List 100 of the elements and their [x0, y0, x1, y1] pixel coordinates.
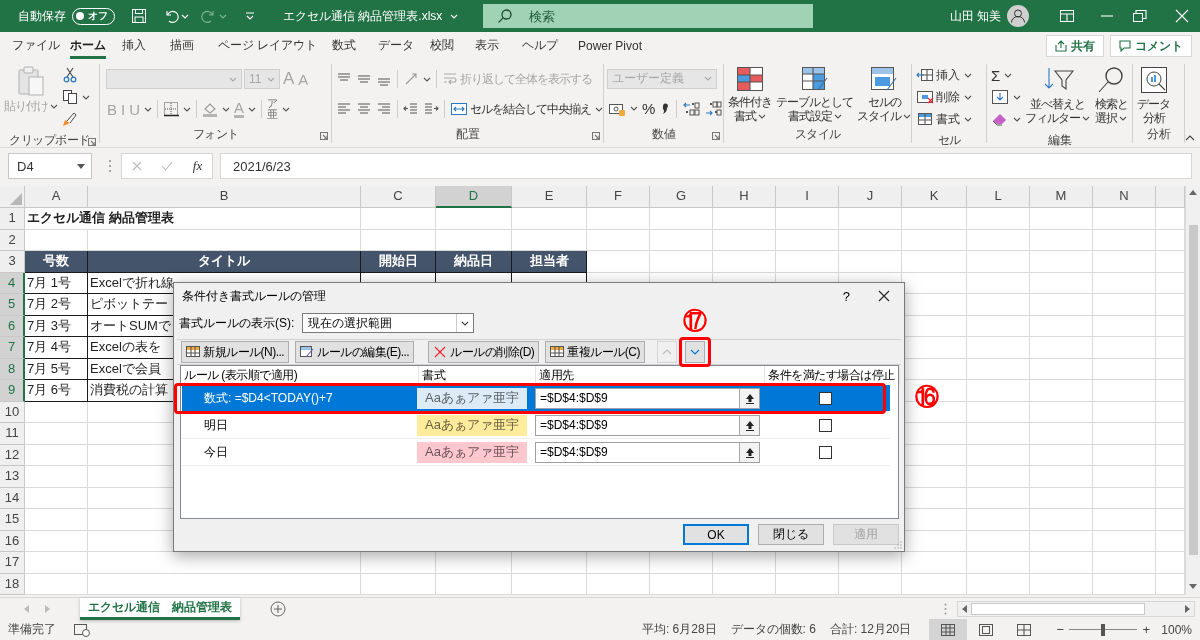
undo-icon[interactable] — [163, 8, 179, 24]
zoom-out-button[interactable]: − — [1055, 622, 1066, 637]
close-icon[interactable] — [878, 290, 890, 302]
add-sheet-icon[interactable] — [270, 600, 286, 617]
caret-icon[interactable] — [595, 106, 603, 112]
share-button[interactable]: 共有 — [1046, 35, 1104, 57]
view-icon[interactable] — [1017, 623, 1032, 636]
caret-icon[interactable] — [77, 163, 85, 169]
help-button[interactable]: ? — [842, 288, 850, 304]
format-cells-button[interactable]: 書式 — [915, 108, 973, 130]
caret-icon[interactable] — [248, 106, 257, 112]
scroll-up-icon[interactable] — [1189, 190, 1197, 195]
caret-icon[interactable] — [461, 320, 470, 326]
delete-cells-button[interactable]: 削除 — [915, 86, 973, 108]
caret-icon[interactable] — [1013, 94, 1021, 100]
caret-icon[interactable] — [423, 76, 431, 82]
font-name-field[interactable] — [106, 69, 242, 89]
row-header[interactable]: 2 — [0, 229, 25, 251]
column-header[interactable]: H — [713, 186, 776, 208]
scroll-down-icon[interactable] — [1189, 584, 1197, 589]
insert-cells-icon[interactable] — [916, 67, 934, 83]
file-name[interactable]: エクセル通信 納品管理表.xlsx — [283, 7, 443, 25]
customize-icon[interactable] — [245, 12, 255, 20]
format-as-table-button[interactable]: テーブルとして 書式設定 — [775, 64, 854, 126]
range-field[interactable]: =$D$4:$D$9 — [535, 387, 760, 409]
find-select-button[interactable]: 検索と 選択 — [1093, 64, 1129, 132]
collapse-button[interactable] — [739, 388, 759, 408]
dialog-launcher-icon[interactable] — [320, 132, 328, 140]
row-header[interactable]: 9 — [0, 380, 25, 402]
ribbon-tab[interactable]: ホーム — [70, 33, 106, 59]
caret-icon[interactable] — [1013, 116, 1021, 122]
merge-center-button[interactable]: セルを結合して中央揃え — [449, 98, 604, 120]
ribbon-tab[interactable]: 表示 — [475, 33, 499, 59]
ribbon-tab[interactable]: ファイル — [12, 33, 60, 59]
macro-record-icon[interactable] — [74, 622, 90, 637]
collapse-button[interactable] — [739, 415, 759, 435]
row-header[interactable]: 13 — [0, 466, 25, 488]
row-header[interactable]: 6 — [0, 315, 25, 337]
name-box[interactable]: D4 — [8, 153, 92, 179]
caret-icon[interactable] — [1004, 72, 1013, 78]
rule-scope-select[interactable]: 現在の選択範囲 — [302, 313, 475, 333]
phonetic-button[interactable]: ア 亜 — [266, 98, 292, 120]
fill-down-icon[interactable] — [991, 89, 1009, 105]
cell-style-icon[interactable] — [869, 65, 899, 93]
stop-checkbox[interactable] — [819, 418, 832, 432]
caret-icon[interactable] — [183, 106, 192, 112]
search-field[interactable]: 検索 — [483, 4, 813, 28]
close-button[interactable]: 閉じる — [758, 524, 824, 545]
collapse-ribbon-icon[interactable] — [1185, 135, 1195, 141]
formula-field[interactable]: 2021/6/23 — [220, 153, 1192, 179]
eraser-icon[interactable] — [991, 111, 1009, 127]
cell-styles-button[interactable]: セルの スタイル — [856, 64, 912, 126]
column-header[interactable]: J — [839, 186, 902, 208]
percent-button[interactable]: % — [641, 97, 657, 120]
caret-icon[interactable] — [1082, 115, 1090, 121]
column-header[interactable]: M — [1030, 186, 1093, 208]
column-header[interactable]: C — [361, 186, 436, 208]
column-header[interactable]: N — [1093, 186, 1156, 208]
grid-icon[interactable] — [735, 65, 765, 93]
column-header[interactable]: I — [776, 186, 839, 208]
row-header[interactable]: 1 — [0, 208, 25, 230]
caret-icon[interactable] — [630, 106, 638, 111]
caret-icon[interactable] — [144, 106, 153, 112]
horizontal-scrollbar[interactable] — [957, 600, 1195, 617]
avatar-icon[interactable] — [1007, 5, 1029, 27]
row-header[interactable]: 3 — [0, 251, 25, 273]
row-header[interactable]: 14 — [0, 487, 25, 509]
stop-checkbox[interactable] — [819, 445, 832, 459]
edit-rule-button[interactable]: ルールの編集(E)... — [295, 341, 415, 363]
table-pencil-icon[interactable] — [300, 345, 315, 359]
dialog-launcher-icon[interactable] — [712, 132, 720, 140]
restore-icon[interactable] — [1133, 10, 1147, 22]
scroll-left-icon[interactable] — [962, 604, 967, 613]
column-header[interactable]: B — [88, 186, 361, 208]
caret-icon[interactable] — [903, 113, 911, 119]
column-header[interactable]: L — [967, 186, 1030, 208]
caret-icon[interactable] — [964, 94, 972, 100]
ribbon-tab[interactable]: 数式 — [332, 33, 356, 59]
table-icon[interactable] — [799, 65, 830, 93]
caret-icon[interactable] — [758, 113, 766, 119]
scroll-right-icon[interactable] — [1185, 604, 1190, 613]
caret-icon[interactable] — [222, 106, 231, 112]
ok-button[interactable]: OK — [683, 524, 749, 545]
format-cells-icon[interactable] — [916, 111, 934, 127]
ribbon-tab[interactable]: ページ レイアウト — [218, 33, 318, 59]
save-icon[interactable] — [131, 8, 147, 24]
scroll-thumb[interactable] — [1188, 224, 1198, 555]
view-button[interactable] — [929, 619, 968, 640]
paintbrush-icon[interactable] — [62, 111, 78, 127]
zoom-in-button[interactable]: + — [1141, 622, 1152, 637]
column-header[interactable]: E — [512, 186, 587, 208]
zoom-level[interactable]: 100% — [1161, 622, 1192, 637]
sort-filter-button[interactable]: 並べ替えと フィルター — [1024, 64, 1091, 132]
merge-icon[interactable] — [450, 101, 468, 117]
scissors-icon[interactable] — [62, 67, 78, 83]
caret-icon[interactable] — [964, 116, 972, 122]
row-header[interactable]: 12 — [0, 444, 25, 466]
ribbon-tab[interactable]: 挿入 — [122, 33, 146, 59]
upload-arrow-icon[interactable] — [744, 446, 755, 458]
delete-cells-icon[interactable] — [916, 89, 934, 105]
